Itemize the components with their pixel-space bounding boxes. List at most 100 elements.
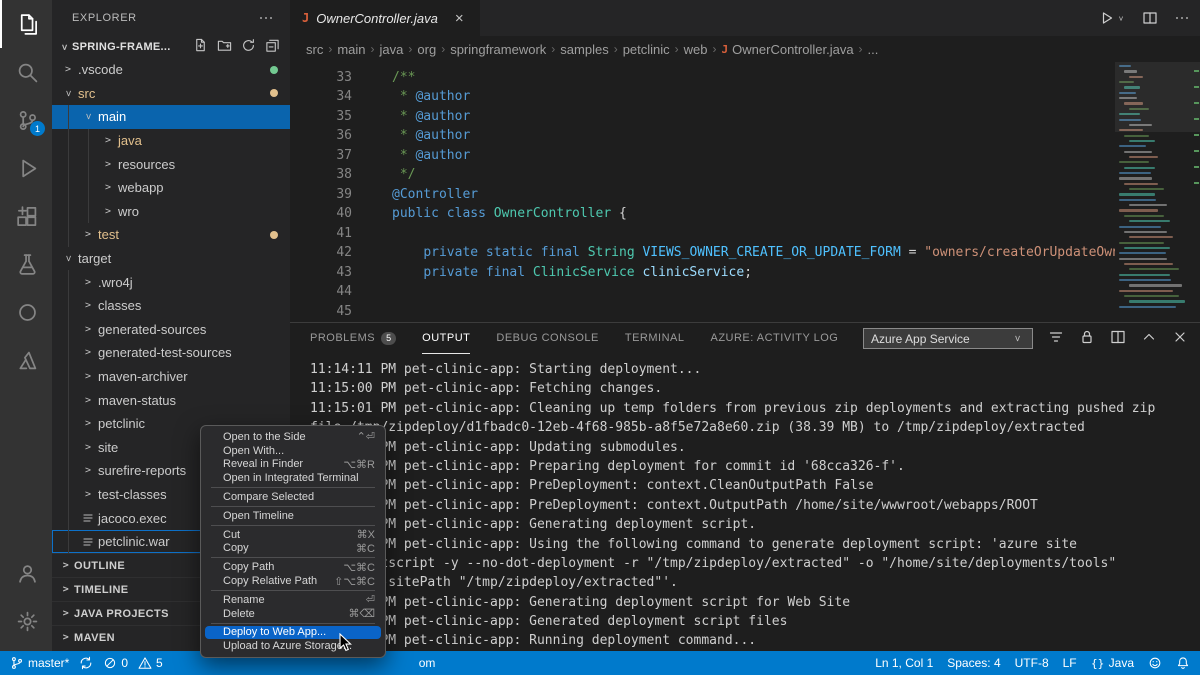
output-channel-select[interactable]: Azure App Service > [863, 328, 1033, 349]
panel-tab-terminal[interactable]: TERMINAL [625, 323, 685, 354]
tree-item-target[interactable]: > target [52, 247, 290, 271]
activity-bar-accounts[interactable] [0, 549, 52, 597]
tree-item-java[interactable]: > java [52, 128, 290, 153]
tree-item-webapp[interactable]: > webapp [52, 175, 290, 200]
tree-item-maven-archiver[interactable]: > maven-archiver [52, 364, 290, 389]
editor-action-more-actions[interactable] [1174, 10, 1190, 26]
panel-action-filter[interactable] [1048, 329, 1064, 348]
split-window-icon [1110, 329, 1126, 345]
menu-item-delete[interactable]: Delete ⌘⌫ [201, 607, 385, 621]
refresh-button[interactable] [241, 38, 256, 56]
menu-item-upload-to-azure-storage[interactable]: Upload to Azure Storage... [201, 639, 385, 653]
tree-item-generated-sources[interactable]: > generated-sources [52, 317, 290, 342]
status-sync[interactable] [79, 651, 93, 675]
menu-item-deploy-to-web-app[interactable]: Deploy to Web App... [205, 625, 381, 640]
breadcrumb-item-samples[interactable]: samples [560, 42, 608, 57]
code-text: * @author [392, 89, 471, 105]
breadcrumb-item-org[interactable]: org [417, 42, 436, 57]
activity-bar-explorer[interactable] [0, 0, 52, 48]
breadcrumb-item-web[interactable]: web [684, 42, 708, 57]
panel-tab-label: PROBLEMS [310, 332, 376, 344]
status-eol[interactable]: LF [1063, 651, 1077, 675]
activity-bar-search[interactable] [0, 48, 52, 96]
new-file-button[interactable] [193, 38, 208, 56]
close-icon[interactable]: × [455, 10, 464, 27]
new-folder-button[interactable] [217, 38, 232, 56]
panel-action-split-window[interactable] [1110, 329, 1126, 348]
file-icon [80, 510, 96, 526]
panel-tab-problems[interactable]: PROBLEMS 5 [310, 323, 397, 354]
breadcrumb-item-ownercontroller-java[interactable]: J OwnerController.java [722, 42, 854, 57]
status-encoding[interactable]: UTF-8 [1015, 651, 1049, 675]
output-log[interactable]: 11:14:11 PM pet-clinic-app: Starting dep… [290, 354, 1200, 651]
tree-item-wro4j[interactable]: > .wro4j [52, 270, 290, 294]
breadcrumb-item-springframework[interactable]: springframework [450, 42, 546, 57]
tree-item-test[interactable]: > test [52, 223, 290, 247]
workspace-section-header[interactable]: > SPRING-FRAME... [52, 36, 290, 58]
collapse-all-button[interactable] [265, 38, 280, 56]
sidebar-header: EXPLORER [52, 0, 290, 36]
panel-tab-azure-activity-log[interactable]: AZURE: ACTIVITY LOG [710, 323, 838, 354]
tree-item-classes[interactable]: > classes [52, 293, 290, 318]
tree-item-resources[interactable]: > resources [52, 152, 290, 176]
menu-item-cut[interactable]: Cut ⌘X [201, 528, 385, 542]
chevron-right-icon: > [62, 632, 70, 644]
filter-icon [1048, 329, 1064, 345]
status-language-mode[interactable]: {} Java [1091, 651, 1134, 675]
status-git-branch[interactable]: master* [10, 651, 69, 675]
editor-action-split-editor[interactable] [1142, 10, 1158, 26]
tree-item-wro[interactable]: > wro [52, 199, 290, 224]
editor-action-run-java[interactable]: > [1098, 10, 1126, 26]
menu-item-reveal-in-finder[interactable]: Reveal in Finder ⌥⌘R [201, 458, 385, 472]
menu-item-compare-selected[interactable]: Compare Selected [201, 490, 385, 504]
output-line: PM pet-clinic-app: Preparing deployment … [310, 458, 905, 474]
panel-action-lock[interactable] [1079, 329, 1095, 348]
tree-item-vscode[interactable]: > .vscode [52, 58, 290, 82]
activity-bar-tool-ring[interactable] [0, 288, 52, 336]
status-indentation[interactable]: Spaces: 4 [947, 651, 1000, 675]
menu-item-open-with[interactable]: Open With... [201, 444, 385, 458]
activity-bar-azure[interactable] [0, 336, 52, 384]
tree-item-main[interactable]: > main [52, 105, 290, 129]
tree-item-generated-test-sources[interactable]: > generated-test-sources [52, 341, 290, 365]
status-cursor-position[interactable]: Ln 1, Col 1 [875, 651, 933, 675]
menu-item-copy-path[interactable]: Copy Path ⌥⌘C [201, 560, 385, 574]
menu-item-open-in-integrated-terminal[interactable]: Open in Integrated Terminal [201, 471, 385, 485]
activity-bar-run-and-debug[interactable] [0, 144, 52, 192]
output-line: PM pet-clinic-app: Generated deployment … [310, 614, 788, 630]
status-account-fragment[interactable]: om [419, 651, 436, 675]
minimap-slider[interactable] [1115, 62, 1200, 132]
breadcrumb-item-java[interactable]: java [380, 42, 404, 57]
activity-bar-settings[interactable] [0, 597, 52, 645]
panel-action-close[interactable] [1172, 329, 1188, 348]
activity-bar-source-control[interactable]: 1 [0, 96, 52, 144]
status-errors[interactable]: 0 [103, 651, 128, 675]
tab-ownercontroller-java[interactable]: J OwnerController.java × [290, 0, 480, 36]
breadcrumb-item-more[interactable]: ... [868, 42, 879, 57]
activity-bar-extensions[interactable] [0, 192, 52, 240]
panel-tab-debug-console[interactable]: DEBUG CONSOLE [496, 323, 598, 354]
menu-item-open-to-the-side[interactable]: Open to the Side ⌃⏎ [201, 430, 385, 444]
status-notifications[interactable] [1176, 651, 1190, 675]
more-actions-icon[interactable] [258, 10, 274, 26]
code-editor[interactable]: 3233/**34 * @author35 * @author36 * @aut… [290, 62, 1200, 322]
code-text: * @author [392, 128, 471, 144]
menu-item-rename[interactable]: Rename ⏎ [201, 593, 385, 607]
minimap[interactable] [1115, 62, 1200, 322]
breadcrumb-item-src[interactable]: src [306, 42, 323, 57]
menu-item-copy[interactable]: Copy ⌘C [201, 542, 385, 556]
panel-tab-output[interactable]: OUTPUT [422, 323, 471, 354]
status-feedback[interactable] [1148, 651, 1162, 675]
activity-bar-bottom [0, 549, 52, 651]
tree-item-src[interactable]: > src [52, 82, 290, 106]
breadcrumb-item-main[interactable]: main [337, 42, 365, 57]
panel-action-chevron-up[interactable] [1141, 329, 1157, 348]
tree-item-label: petclinic [98, 416, 145, 432]
menu-item-copy-relative-path[interactable]: Copy Relative Path ⇧⌥⌘C [201, 574, 385, 588]
menu-item-open-timeline[interactable]: Open Timeline [201, 509, 385, 523]
activity-bar-testing[interactable] [0, 240, 52, 288]
status-warnings[interactable]: 5 [138, 651, 163, 675]
sidebar-title: EXPLORER [72, 12, 137, 24]
breadcrumb-item-petclinic[interactable]: petclinic [623, 42, 670, 57]
tree-item-maven-status[interactable]: > maven-status [52, 388, 290, 412]
